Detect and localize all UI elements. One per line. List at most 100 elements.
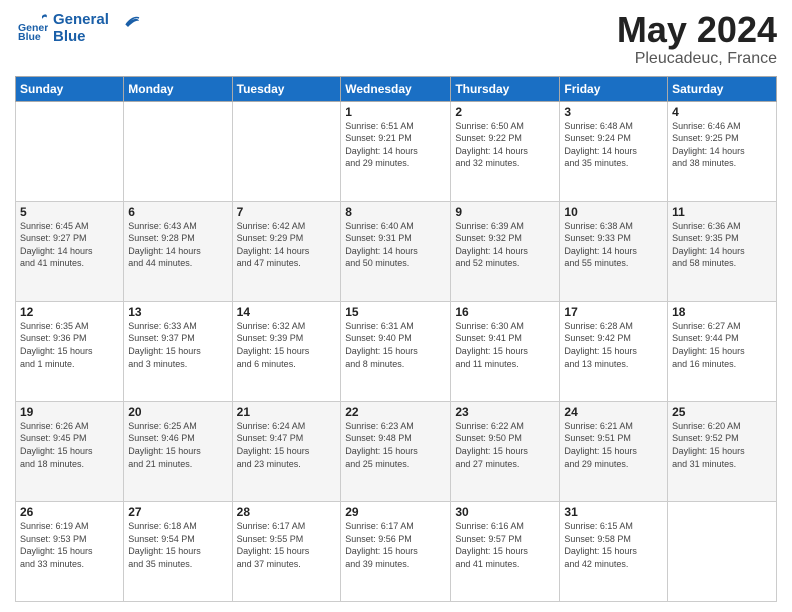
calendar-cell-w5-d6: 31Sunrise: 6:15 AM Sunset: 9:58 PM Dayli… <box>560 501 668 601</box>
day-info: Sunrise: 6:17 AM Sunset: 9:55 PM Dayligh… <box>237 520 337 570</box>
calendar-cell-w1-d5: 2Sunrise: 6:50 AM Sunset: 9:22 PM Daylig… <box>451 101 560 201</box>
month-title: May 2024 <box>617 10 777 50</box>
bird-icon <box>112 11 140 39</box>
week-row-2: 5Sunrise: 6:45 AM Sunset: 9:27 PM Daylig… <box>16 201 777 301</box>
day-info: Sunrise: 6:23 AM Sunset: 9:48 PM Dayligh… <box>345 420 446 470</box>
calendar-cell-w5-d1: 26Sunrise: 6:19 AM Sunset: 9:53 PM Dayli… <box>16 501 124 601</box>
day-number: 28 <box>237 505 337 519</box>
day-info: Sunrise: 6:15 AM Sunset: 9:58 PM Dayligh… <box>564 520 663 570</box>
header-thursday: Thursday <box>451 76 560 101</box>
calendar-cell-w3-d6: 17Sunrise: 6:28 AM Sunset: 9:42 PM Dayli… <box>560 301 668 401</box>
day-info: Sunrise: 6:19 AM Sunset: 9:53 PM Dayligh… <box>20 520 119 570</box>
day-info: Sunrise: 6:38 AM Sunset: 9:33 PM Dayligh… <box>564 220 663 270</box>
week-row-1: 1Sunrise: 6:51 AM Sunset: 9:21 PM Daylig… <box>16 101 777 201</box>
header-monday: Monday <box>124 76 232 101</box>
day-info: Sunrise: 6:42 AM Sunset: 9:29 PM Dayligh… <box>237 220 337 270</box>
calendar-cell-w2-d4: 8Sunrise: 6:40 AM Sunset: 9:31 PM Daylig… <box>341 201 451 301</box>
day-info: Sunrise: 6:32 AM Sunset: 9:39 PM Dayligh… <box>237 320 337 370</box>
day-number: 9 <box>455 205 555 219</box>
day-number: 19 <box>20 405 119 419</box>
day-number: 22 <box>345 405 446 419</box>
calendar-cell-w5-d3: 28Sunrise: 6:17 AM Sunset: 9:55 PM Dayli… <box>232 501 341 601</box>
title-block: May 2024 Pleucadeuc, France <box>617 10 777 68</box>
day-number: 12 <box>20 305 119 319</box>
day-number: 3 <box>564 105 663 119</box>
calendar-cell-w5-d4: 29Sunrise: 6:17 AM Sunset: 9:56 PM Dayli… <box>341 501 451 601</box>
calendar-cell-w4-d7: 25Sunrise: 6:20 AM Sunset: 9:52 PM Dayli… <box>668 401 777 501</box>
calendar-cell-w1-d6: 3Sunrise: 6:48 AM Sunset: 9:24 PM Daylig… <box>560 101 668 201</box>
calendar-cell-w2-d5: 9Sunrise: 6:39 AM Sunset: 9:32 PM Daylig… <box>451 201 560 301</box>
day-info: Sunrise: 6:16 AM Sunset: 9:57 PM Dayligh… <box>455 520 555 570</box>
calendar-cell-w2-d2: 6Sunrise: 6:43 AM Sunset: 9:28 PM Daylig… <box>124 201 232 301</box>
svg-text:Blue: Blue <box>18 31 41 40</box>
day-number: 8 <box>345 205 446 219</box>
week-row-4: 19Sunrise: 6:26 AM Sunset: 9:45 PM Dayli… <box>16 401 777 501</box>
calendar-cell-w4-d4: 22Sunrise: 6:23 AM Sunset: 9:48 PM Dayli… <box>341 401 451 501</box>
header-tuesday: Tuesday <box>232 76 341 101</box>
day-number: 31 <box>564 505 663 519</box>
day-number: 1 <box>345 105 446 119</box>
day-number: 30 <box>455 505 555 519</box>
calendar-cell-w2-d7: 11Sunrise: 6:36 AM Sunset: 9:35 PM Dayli… <box>668 201 777 301</box>
day-info: Sunrise: 6:33 AM Sunset: 9:37 PM Dayligh… <box>128 320 227 370</box>
day-number: 18 <box>672 305 772 319</box>
day-number: 24 <box>564 405 663 419</box>
day-number: 29 <box>345 505 446 519</box>
header-sunday: Sunday <box>16 76 124 101</box>
calendar-cell-w3-d3: 14Sunrise: 6:32 AM Sunset: 9:39 PM Dayli… <box>232 301 341 401</box>
page: General Blue General Blue May 2024 Pleuc… <box>0 0 792 612</box>
day-number: 17 <box>564 305 663 319</box>
day-info: Sunrise: 6:22 AM Sunset: 9:50 PM Dayligh… <box>455 420 555 470</box>
week-row-5: 26Sunrise: 6:19 AM Sunset: 9:53 PM Dayli… <box>16 501 777 601</box>
calendar-cell-w1-d1 <box>16 101 124 201</box>
day-info: Sunrise: 6:28 AM Sunset: 9:42 PM Dayligh… <box>564 320 663 370</box>
day-number: 5 <box>20 205 119 219</box>
day-info: Sunrise: 6:18 AM Sunset: 9:54 PM Dayligh… <box>128 520 227 570</box>
calendar-cell-w4-d3: 21Sunrise: 6:24 AM Sunset: 9:47 PM Dayli… <box>232 401 341 501</box>
day-info: Sunrise: 6:25 AM Sunset: 9:46 PM Dayligh… <box>128 420 227 470</box>
day-number: 26 <box>20 505 119 519</box>
day-number: 10 <box>564 205 663 219</box>
day-number: 16 <box>455 305 555 319</box>
day-number: 25 <box>672 405 772 419</box>
day-info: Sunrise: 6:21 AM Sunset: 9:51 PM Dayligh… <box>564 420 663 470</box>
calendar-cell-w3-d1: 12Sunrise: 6:35 AM Sunset: 9:36 PM Dayli… <box>16 301 124 401</box>
day-number: 6 <box>128 205 227 219</box>
day-info: Sunrise: 6:35 AM Sunset: 9:36 PM Dayligh… <box>20 320 119 370</box>
location-subtitle: Pleucadeuc, France <box>617 50 777 68</box>
day-number: 27 <box>128 505 227 519</box>
day-number: 23 <box>455 405 555 419</box>
header-friday: Friday <box>560 76 668 101</box>
calendar-cell-w3-d5: 16Sunrise: 6:30 AM Sunset: 9:41 PM Dayli… <box>451 301 560 401</box>
calendar-cell-w1-d7: 4Sunrise: 6:46 AM Sunset: 9:25 PM Daylig… <box>668 101 777 201</box>
day-number: 7 <box>237 205 337 219</box>
day-number: 21 <box>237 405 337 419</box>
day-info: Sunrise: 6:30 AM Sunset: 9:41 PM Dayligh… <box>455 320 555 370</box>
day-info: Sunrise: 6:39 AM Sunset: 9:32 PM Dayligh… <box>455 220 555 270</box>
day-info: Sunrise: 6:40 AM Sunset: 9:31 PM Dayligh… <box>345 220 446 270</box>
calendar-cell-w4-d2: 20Sunrise: 6:25 AM Sunset: 9:46 PM Dayli… <box>124 401 232 501</box>
day-number: 2 <box>455 105 555 119</box>
calendar-cell-w4-d6: 24Sunrise: 6:21 AM Sunset: 9:51 PM Dayli… <box>560 401 668 501</box>
day-info: Sunrise: 6:50 AM Sunset: 9:22 PM Dayligh… <box>455 120 555 170</box>
calendar-cell-w3-d4: 15Sunrise: 6:31 AM Sunset: 9:40 PM Dayli… <box>341 301 451 401</box>
weekday-header-row: Sunday Monday Tuesday Wednesday Thursday… <box>16 76 777 101</box>
day-number: 15 <box>345 305 446 319</box>
day-info: Sunrise: 6:36 AM Sunset: 9:35 PM Dayligh… <box>672 220 772 270</box>
day-info: Sunrise: 6:43 AM Sunset: 9:28 PM Dayligh… <box>128 220 227 270</box>
day-info: Sunrise: 6:48 AM Sunset: 9:24 PM Dayligh… <box>564 120 663 170</box>
calendar-cell-w4-d5: 23Sunrise: 6:22 AM Sunset: 9:50 PM Dayli… <box>451 401 560 501</box>
calendar-cell-w5-d7 <box>668 501 777 601</box>
calendar-cell-w5-d2: 27Sunrise: 6:18 AM Sunset: 9:54 PM Dayli… <box>124 501 232 601</box>
header-saturday: Saturday <box>668 76 777 101</box>
calendar-cell-w3-d2: 13Sunrise: 6:33 AM Sunset: 9:37 PM Dayli… <box>124 301 232 401</box>
day-info: Sunrise: 6:45 AM Sunset: 9:27 PM Dayligh… <box>20 220 119 270</box>
calendar-cell-w4-d1: 19Sunrise: 6:26 AM Sunset: 9:45 PM Dayli… <box>16 401 124 501</box>
day-info: Sunrise: 6:17 AM Sunset: 9:56 PM Dayligh… <box>345 520 446 570</box>
calendar-cell-w5-d5: 30Sunrise: 6:16 AM Sunset: 9:57 PM Dayli… <box>451 501 560 601</box>
logo: General Blue General Blue <box>15 10 140 45</box>
day-info: Sunrise: 6:26 AM Sunset: 9:45 PM Dayligh… <box>20 420 119 470</box>
calendar-table: Sunday Monday Tuesday Wednesday Thursday… <box>15 76 777 602</box>
calendar-cell-w1-d2 <box>124 101 232 201</box>
day-number: 4 <box>672 105 772 119</box>
